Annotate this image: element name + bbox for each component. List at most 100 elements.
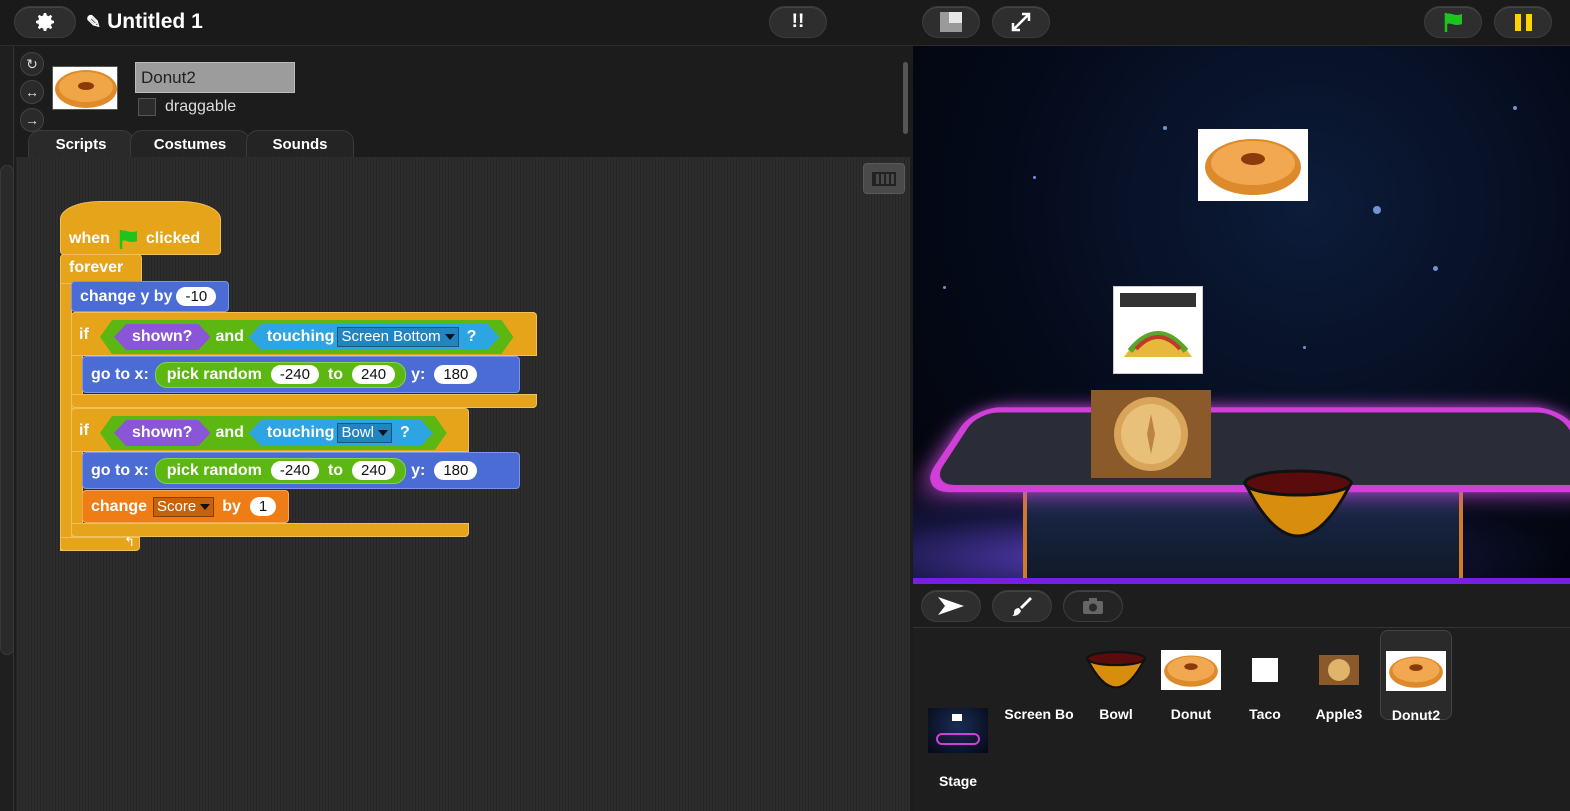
and-operator-2[interactable]: shown? and touching Bowl ?: [100, 416, 447, 450]
donut2-sprite[interactable]: [1198, 129, 1308, 201]
apple3-sprite[interactable]: [1091, 390, 1211, 478]
pick-random-to-2[interactable]: 240: [352, 461, 396, 480]
corral-sprite-donut2[interactable]: Donut2: [1380, 630, 1452, 723]
tab-costumes[interactable]: Costumes: [130, 130, 250, 157]
corral-sprite-donut[interactable]: Donut: [1155, 646, 1227, 722]
and-operator-1[interactable]: shown? and touching Screen Bottom ?: [100, 320, 513, 354]
fullscreen-button[interactable]: [992, 6, 1050, 38]
project-title[interactable]: ✎ Untitled 1: [86, 10, 203, 34]
sprite-name-field[interactable]: [135, 62, 295, 93]
dont-rotate-button[interactable]: →: [20, 108, 44, 132]
pick-random-from-1[interactable]: -240: [270, 365, 319, 384]
touching-target-dropdown-2[interactable]: Bowl: [337, 423, 392, 443]
stage-size-icon: [940, 12, 962, 32]
touching-target-dropdown-1[interactable]: Screen Bottom: [337, 327, 458, 347]
scripts-area[interactable]: when clicked forever ↰ change y by -10 i…: [16, 157, 910, 811]
if-block-2-foot: [71, 523, 469, 537]
when-flag-clicked-block[interactable]: when clicked: [60, 201, 221, 255]
donut2-thumbnail: [1381, 647, 1451, 695]
forever-block[interactable]: forever: [60, 254, 142, 284]
go-to-y-value-2[interactable]: 180: [434, 461, 478, 480]
corral-sprite-bowl[interactable]: Bowl: [1080, 646, 1152, 722]
go-to-label-1: go to x:: [91, 365, 149, 383]
corral-sprite-taco[interactable]: Taco: [1229, 646, 1301, 722]
and-label-2: and: [215, 424, 244, 441]
green-flag-button[interactable]: [1424, 6, 1482, 38]
tab-sounds[interactable]: Sounds: [246, 130, 354, 157]
when-label: when: [69, 230, 110, 247]
dropdown-arrow-icon: [378, 430, 388, 436]
add-turtle-sprite-button[interactable]: [921, 590, 981, 622]
touching-reporter-2[interactable]: touching Bowl ?: [249, 420, 433, 446]
taco-sprite[interactable]: [1113, 286, 1203, 374]
forever-block-foot: ↰: [60, 534, 140, 551]
dropdown-arrow-icon: [200, 503, 211, 510]
rotate-left-right-button[interactable]: ↔: [20, 80, 44, 104]
sprite-corral-toolbar: [913, 586, 1570, 628]
by-label: by: [222, 497, 241, 515]
pick-random-reporter-2[interactable]: pick random -240 to 240: [154, 457, 407, 484]
change-label: change: [91, 497, 148, 515]
change-variable-value[interactable]: 1: [249, 497, 277, 516]
camera-sprite-button[interactable]: [1063, 590, 1123, 622]
star: [943, 286, 946, 289]
donut-image: [1205, 139, 1301, 195]
star: [1303, 346, 1306, 349]
bowl-sprite[interactable]: [1242, 469, 1354, 539]
sprite-label: Taco: [1249, 706, 1281, 722]
go-to-block-1[interactable]: go to x: pick random -240 to 240 y: 180: [82, 356, 520, 393]
go-to-block-2[interactable]: go to x: pick random -240 to 240 y: 180: [82, 452, 520, 489]
change-variable-block[interactable]: change Score by 1: [82, 490, 290, 523]
pick-random-from-2[interactable]: -240: [270, 461, 319, 480]
and-label-1: and: [215, 328, 244, 345]
forever-label: forever: [69, 259, 124, 276]
go-to-label-2: go to x:: [91, 461, 149, 479]
paintbrush-icon: [1012, 597, 1032, 616]
top-toolbar: ✎ Untitled 1 !!: [0, 0, 1570, 46]
current-sprite-thumbnail: [52, 66, 118, 110]
change-y-block[interactable]: change y by -10: [71, 281, 230, 312]
corral-sprite-screen-bottom[interactable]: Screen Bo: [1003, 646, 1075, 722]
pane-splitter[interactable]: [903, 62, 908, 134]
tab-scripts[interactable]: Scripts: [28, 130, 134, 157]
stage[interactable]: [913, 46, 1570, 578]
taco-thumbnail: [1229, 646, 1301, 694]
star: [1033, 176, 1036, 179]
draggable-checkbox[interactable]: [138, 98, 156, 116]
y-label-2: y:: [411, 461, 426, 479]
sprite-label: Screen Bo: [1004, 706, 1074, 722]
change-y-value[interactable]: -10: [176, 287, 217, 306]
question-label-2: ?: [399, 424, 410, 441]
go-to-y-value-1[interactable]: 180: [434, 365, 478, 384]
donut-thumbnail: [1155, 646, 1227, 694]
keyboard-entry-button[interactable]: [863, 163, 905, 194]
variable-dropdown[interactable]: Score: [153, 496, 215, 517]
star: [1163, 126, 1167, 130]
stage-size-button[interactable]: [922, 6, 980, 38]
footsteps-icon: !!: [791, 11, 805, 32]
change-y-label: change y by: [80, 287, 173, 305]
star: [1373, 206, 1381, 214]
palette-scrollbar[interactable]: [0, 165, 14, 655]
bowl-thumbnail: [1080, 646, 1152, 694]
pick-random-reporter-1[interactable]: pick random -240 to 240: [154, 361, 407, 388]
flag-icon: [119, 230, 137, 249]
corral-sprite-apple3[interactable]: Apple3: [1303, 646, 1375, 722]
pick-random-to-1[interactable]: 240: [352, 365, 396, 384]
draggable-label: draggable: [165, 98, 237, 115]
draggable-option[interactable]: draggable: [138, 98, 236, 116]
if-block-1-foot: [71, 394, 537, 408]
paint-new-sprite-button[interactable]: [992, 590, 1052, 622]
single-stepping-button[interactable]: !!: [769, 6, 827, 38]
corral-stage[interactable]: Stage: [923, 708, 993, 789]
shown-reporter-2[interactable]: shown?: [114, 420, 210, 446]
settings-button[interactable]: [14, 6, 76, 38]
shown-reporter-1[interactable]: shown?: [114, 324, 210, 350]
stage-thumbnail: [928, 708, 988, 753]
donut-image: [55, 70, 117, 108]
bowl-image: [1242, 469, 1354, 538]
rotate-all-around-button[interactable]: ↻: [20, 52, 44, 76]
star: [1513, 106, 1517, 110]
pause-button[interactable]: [1494, 6, 1552, 38]
touching-reporter-1[interactable]: touching Screen Bottom ?: [249, 324, 500, 350]
